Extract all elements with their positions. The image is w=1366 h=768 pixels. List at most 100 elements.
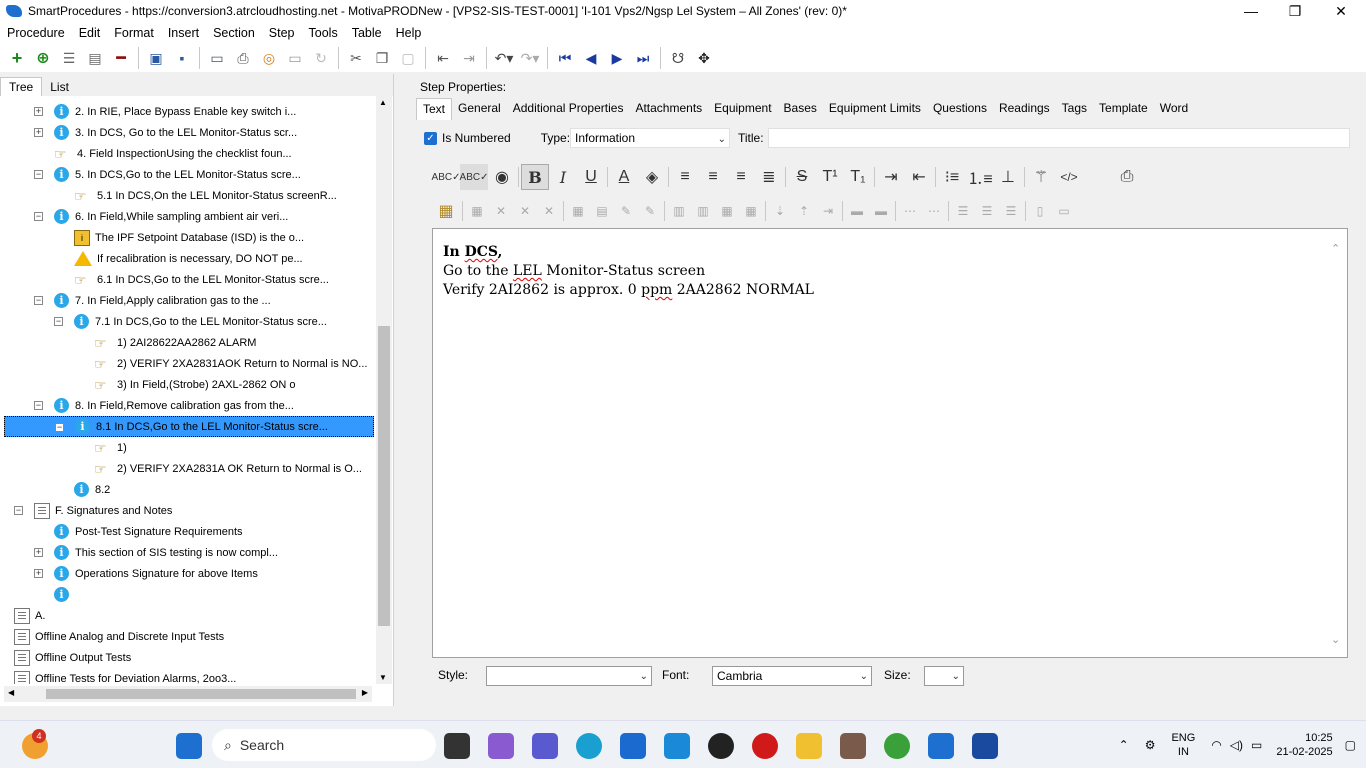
tree-node[interactable]: ☞ 1) xyxy=(94,437,127,458)
copy-icon[interactable]: ❐ xyxy=(369,46,395,70)
add-substep-icon[interactable]: ⊕ xyxy=(30,46,56,70)
volume-icon[interactable]: ◁) xyxy=(1230,738,1243,752)
menu-section[interactable]: Section xyxy=(213,26,269,40)
remove-icon[interactable]: ━ xyxy=(108,46,134,70)
previous-icon[interactable]: ◀ xyxy=(578,46,604,70)
tree-node[interactable]: ☞ 6.1 In DCS,Go to the LEL Monitor-Status… xyxy=(74,269,329,290)
magic-wand-icon[interactable]: ⚚ xyxy=(1027,164,1055,190)
style-select[interactable]: ⌄ xyxy=(486,666,652,686)
last-icon[interactable]: ⏭ xyxy=(630,46,656,70)
tree-node[interactable]: i Post-Test Signature Requirements xyxy=(54,521,243,542)
indent-icon[interactable]: ⇥ xyxy=(877,164,905,190)
expand-icon[interactable]: + xyxy=(34,548,43,557)
close-button[interactable]: ✕ xyxy=(1318,0,1364,22)
tree-node[interactable]: − i 8.1 In DCS,Go to the LEL Monitor-Statu… xyxy=(4,416,374,437)
tree-node[interactable]: + i Operations Signature for above Items xyxy=(34,563,258,584)
tab-equipment[interactable]: Equipment xyxy=(708,98,777,120)
opera-icon[interactable] xyxy=(752,733,778,759)
dell-icon[interactable] xyxy=(708,733,734,759)
tab-template[interactable]: Template xyxy=(1093,98,1154,120)
tab-readings[interactable]: Readings xyxy=(993,98,1056,120)
monitor-icon[interactable]: ▭ xyxy=(204,46,230,70)
justify-icon[interactable]: ≣ xyxy=(755,164,783,190)
code-icon[interactable]: </> xyxy=(1055,164,1083,190)
cut-icon[interactable]: ✂ xyxy=(343,46,369,70)
tree-node[interactable]: ☞ 2) VERIFY 2XA2831A OK Return to Normal … xyxy=(94,458,362,479)
tab-tree[interactable]: Tree xyxy=(0,77,43,96)
scroll-thumb[interactable] xyxy=(378,326,390,626)
size-select[interactable]: ⌄ xyxy=(924,666,964,686)
minimize-button[interactable]: — xyxy=(1228,0,1274,22)
collapse-icon[interactable]: − xyxy=(34,212,43,221)
file-explorer-icon[interactable] xyxy=(796,733,822,759)
collapse-icon[interactable]: − xyxy=(55,423,64,432)
editor-scrollbar[interactable]: ⌃ ⌄ xyxy=(1331,239,1345,649)
tab-attachments[interactable]: Attachments xyxy=(629,98,708,120)
print-icon[interactable]: ⎙ xyxy=(230,46,256,70)
print-icon[interactable]: ⎙ xyxy=(1113,164,1141,190)
collapse-icon[interactable]: − xyxy=(34,401,43,410)
tab-equipment-limits[interactable]: Equipment Limits xyxy=(823,98,927,120)
tree-node[interactable]: i The IPF Setpoint Database (ISD) is the … xyxy=(74,227,304,248)
spellcheck-icon[interactable]: ☋ xyxy=(665,46,691,70)
tree-node[interactable]: + i 2. In RIE, Place Bypass Enable key swi… xyxy=(34,101,296,122)
window-icon[interactable]: ▭ xyxy=(282,46,308,70)
tree-node[interactable]: If recalibration is necessary, DO NOT pe… xyxy=(74,248,303,269)
store-icon[interactable] xyxy=(620,733,646,759)
tree-node[interactable]: i xyxy=(54,584,75,605)
collapse-icon[interactable]: − xyxy=(34,170,43,179)
chevron-up-icon[interactable]: ⌃ xyxy=(1119,738,1129,752)
menu-format[interactable]: Format xyxy=(114,26,168,40)
bold-button[interactable]: B xyxy=(521,164,549,190)
tree-node[interactable]: ☞ 3) In Field,(Strobe) 2AXL-2862 ON o xyxy=(94,374,296,395)
copilot-icon[interactable] xyxy=(488,733,514,759)
font-color-icon[interactable]: A xyxy=(610,164,638,190)
maximize-button[interactable]: ❐ xyxy=(1272,0,1318,22)
menu-tools[interactable]: Tools xyxy=(309,26,352,40)
insert-line-icon[interactable]: ⊥ xyxy=(994,164,1022,190)
expand-icon[interactable]: + xyxy=(34,569,43,578)
tree-node[interactable]: − i 6. In Field,While sampling ambient air… xyxy=(34,206,288,227)
tree-node[interactable]: − i 5. In DCS,Go to the LEL Monitor-Status… xyxy=(34,164,301,185)
tree-node[interactable]: ☞ 4. Field InspectionUsing the checklist … xyxy=(54,143,292,164)
redo-disabled-icon[interactable]: ↻ xyxy=(308,46,334,70)
title-input[interactable] xyxy=(768,128,1350,148)
menu-insert[interactable]: Insert xyxy=(168,26,213,40)
menu-edit[interactable]: Edit xyxy=(79,26,115,40)
align-left-icon[interactable]: ≡ xyxy=(671,164,699,190)
outdent-icon[interactable]: ⇤ xyxy=(905,164,933,190)
tree-vertical-scrollbar[interactable]: ▲ ▼ xyxy=(376,96,392,684)
expand-icon[interactable]: + xyxy=(34,128,43,137)
spellcheck-icon[interactable]: ABC✓ xyxy=(432,164,461,190)
strikethrough-icon[interactable]: S xyxy=(788,164,816,190)
numbered-list-icon[interactable]: ⒈≡ xyxy=(966,164,994,190)
menu-procedure[interactable]: Procedure xyxy=(7,26,79,40)
wifi-icon[interactable]: ◠ xyxy=(1211,738,1221,752)
undo-icon[interactable]: ↶▾ xyxy=(491,46,517,70)
task-view-icon[interactable] xyxy=(444,733,470,759)
tab-tags[interactable]: Tags xyxy=(1056,98,1093,120)
indent-icon[interactable]: ⇥ xyxy=(456,46,482,70)
start-icon[interactable] xyxy=(176,733,202,759)
type-select[interactable]: Information ⌄ xyxy=(570,128,730,148)
chrome-icon[interactable] xyxy=(884,733,910,759)
menu-help[interactable]: Help xyxy=(396,26,430,40)
align-right-icon[interactable]: ≡ xyxy=(727,164,755,190)
app-icon[interactable] xyxy=(840,733,866,759)
word-icon[interactable] xyxy=(972,733,998,759)
tree-node[interactable]: + i This section of SIS testing is now com… xyxy=(34,542,278,563)
tab-text[interactable]: Text xyxy=(416,98,453,120)
network-icon[interactable]: ⚙ xyxy=(1145,738,1156,752)
notification-icon[interactable]: ▢ xyxy=(1345,738,1356,752)
tree-horizontal-scrollbar[interactable]: ◀ ▶ xyxy=(4,686,372,702)
tree-node[interactable]: ☞ 5.1 In DCS,On the LEL Monitor-Status sc… xyxy=(74,185,337,206)
collapse-icon[interactable]: − xyxy=(54,317,63,326)
color-wheel-icon[interactable]: ◉ xyxy=(488,164,516,190)
superscript-icon[interactable]: T¹ xyxy=(816,164,844,190)
tree-node[interactable]: − i 7. In Field,Apply calibration gas to t… xyxy=(34,290,271,311)
insert-table-icon[interactable]: ▦ xyxy=(432,198,460,224)
bullet-list-icon[interactable]: ⁝≡ xyxy=(938,164,966,190)
save-icon[interactable]: ▪ xyxy=(169,46,195,70)
teams-icon[interactable] xyxy=(532,733,558,759)
tab-word[interactable]: Word xyxy=(1154,98,1194,120)
